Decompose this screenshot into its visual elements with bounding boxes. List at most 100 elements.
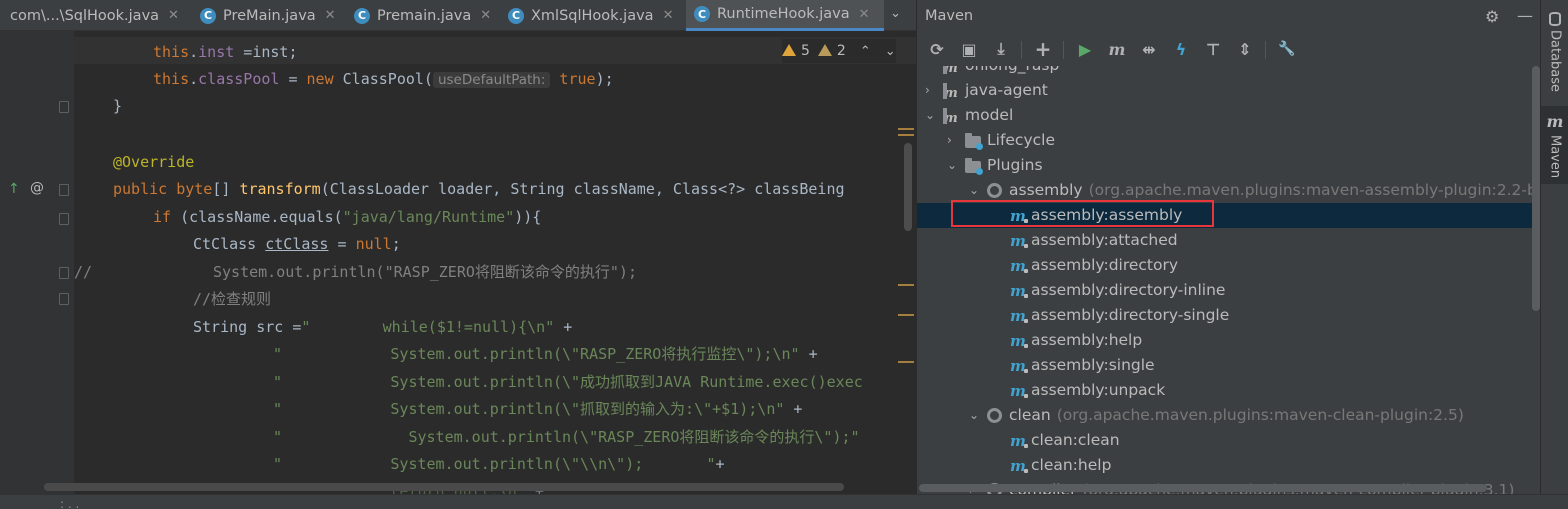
code-text: . bbox=[189, 70, 199, 88]
collapse-chevron-right-icon[interactable]: › bbox=[947, 128, 952, 153]
implements-arrow-icon[interactable]: ↑ bbox=[8, 181, 20, 197]
execute-goal-icon[interactable]: m bbox=[1107, 39, 1127, 59]
fold-marker-icon[interactable] bbox=[59, 213, 69, 225]
close-icon[interactable]: ✕ bbox=[168, 8, 179, 23]
maven-tool-button[interactable]: m Maven bbox=[1541, 106, 1568, 184]
maven-header: Maven bbox=[917, 0, 1541, 31]
expand-chevron-down-icon[interactable]: ⌄ bbox=[925, 103, 935, 128]
code-line: String src =" while($1!=null){\n" + bbox=[193, 314, 572, 341]
close-icon[interactable]: ✕ bbox=[859, 7, 870, 22]
tree-node-name: Lifecycle bbox=[987, 131, 1055, 149]
maven-horizontal-scrollbar[interactable] bbox=[919, 484, 1487, 492]
error-stripe-mark[interactable] bbox=[898, 134, 914, 136]
field-name: classPool bbox=[198, 70, 280, 88]
tab-sqlhook[interactable]: com\...\SqlHook.java ✕ bbox=[0, 0, 190, 31]
editor-vertical-scrollbar[interactable] bbox=[904, 143, 912, 231]
tree-node[interactable]: ⌄ Plugins bbox=[917, 153, 1541, 178]
tab-xmlsqlhook[interactable]: C XmlSqlHook.java ✕ bbox=[500, 0, 684, 31]
expand-chevron-down-icon[interactable]: ⌄ bbox=[947, 153, 957, 178]
tree-node[interactable]: ⌄ model bbox=[917, 103, 1541, 131]
previous-highlight-chevron-up-icon[interactable]: ⌃ bbox=[860, 44, 871, 59]
tree-node-name: assembly:directory-inline bbox=[1031, 281, 1226, 299]
reload-icon[interactable]: ⟳ bbox=[927, 39, 947, 59]
tree-node[interactable]: m clean:clean bbox=[917, 428, 1541, 453]
tree-node[interactable]: › Lifecycle bbox=[917, 128, 1541, 153]
fold-marker-icon[interactable] bbox=[59, 267, 69, 279]
tab-overflow-chevron-icon[interactable]: ⌄ bbox=[890, 6, 901, 21]
tree-node[interactable]: › java-agent bbox=[917, 78, 1541, 106]
skip-tests-icon[interactable]: ϟ bbox=[1171, 39, 1191, 59]
code-line: this.inst =inst; bbox=[153, 39, 298, 66]
tree-node[interactable]: m assembly:help bbox=[917, 328, 1541, 353]
maven-goal-icon: m bbox=[1010, 432, 1028, 450]
tab-runtimehook[interactable]: C RuntimeHook.java ✕ bbox=[686, 0, 884, 31]
maven-vertical-scrollbar[interactable] bbox=[1532, 66, 1540, 311]
collapse-chevron-right-icon[interactable]: › bbox=[925, 78, 930, 103]
close-icon[interactable]: ✕ bbox=[325, 8, 336, 23]
tree-node-label: assembly:unpack bbox=[1031, 378, 1165, 403]
collapse-all-icon[interactable]: ⇕ bbox=[1235, 39, 1255, 59]
code-text: = bbox=[328, 235, 356, 253]
download-icon[interactable]: ⤓ bbox=[991, 39, 1011, 59]
code-text: + bbox=[715, 455, 725, 473]
maven-toolbar: ⟳ ▣ ⤓ + ▶ m ⇹ ϟ ⊤ ⇕ 🔧 bbox=[917, 35, 1541, 65]
code-line-annotation: @Override bbox=[113, 153, 195, 171]
inspection-widget[interactable]: 5 2 ⌃ ⌄ bbox=[782, 39, 896, 63]
tab-premain-lower[interactable]: C Premain.java ✕ bbox=[346, 0, 498, 31]
tab-label: RuntimeHook.java bbox=[717, 6, 850, 22]
maven-goal-icon: m bbox=[1010, 257, 1028, 275]
gear-icon[interactable]: ⚙ bbox=[1485, 7, 1499, 26]
settings-wrench-icon[interactable]: 🔧 bbox=[1277, 39, 1297, 59]
tab-label: com\...\SqlHook.java bbox=[10, 7, 160, 24]
tree-node[interactable]: ⌄ clean (org.apache.maven.plugins:maven-cl… bbox=[917, 403, 1541, 428]
expand-chevron-down-icon[interactable]: ⌄ bbox=[969, 403, 979, 428]
error-stripe-mark[interactable] bbox=[898, 314, 914, 316]
tab-label: XmlSqlHook.java bbox=[531, 7, 654, 24]
code-line-comment: System.out.println("RASP_ZERO将阻断该命令的执行")… bbox=[213, 263, 637, 281]
tree-node[interactable]: m assembly:unpack bbox=[917, 378, 1541, 403]
add-folder-icon[interactable]: ▣ bbox=[959, 39, 979, 59]
tree-node[interactable]: m assembly:directory bbox=[917, 253, 1541, 278]
annotation-at-icon[interactable]: @ bbox=[30, 180, 44, 196]
add-icon[interactable]: + bbox=[1033, 37, 1053, 61]
tree-node[interactable]: onlong_rasp bbox=[917, 66, 1541, 81]
show-dependencies-icon[interactable]: ⊤ bbox=[1203, 39, 1223, 59]
error-stripe-mark[interactable] bbox=[898, 128, 914, 130]
editor-horizontal-scrollbar[interactable] bbox=[44, 483, 844, 491]
tree-node[interactable]: m assembly:attached bbox=[917, 228, 1541, 253]
keyword: if bbox=[153, 208, 172, 226]
code-line: " System.out.println(\"\\n\"); "+ bbox=[273, 451, 725, 478]
minimize-icon[interactable]: — bbox=[1517, 6, 1533, 25]
code-text: ); bbox=[595, 70, 614, 88]
keyword: public bbox=[113, 180, 168, 198]
tree-node[interactable]: m assembly:directory-single bbox=[917, 303, 1541, 328]
run-icon[interactable]: ▶ bbox=[1075, 39, 1095, 59]
tab-premain-upper[interactable]: C PreMain.java ✕ bbox=[192, 0, 344, 31]
warnings-count[interactable]: 5 bbox=[782, 43, 810, 59]
close-icon[interactable]: ✕ bbox=[663, 8, 674, 23]
toggle-offline-icon[interactable]: ⇹ bbox=[1139, 39, 1159, 59]
code-text: + bbox=[799, 345, 818, 363]
class-icon: C bbox=[354, 7, 370, 24]
tab-label: Premain.java bbox=[377, 7, 472, 24]
tree-node-name: model bbox=[965, 106, 1014, 124]
tree-node[interactable]: m assembly:single bbox=[917, 353, 1541, 378]
tree-node[interactable]: m clean:help bbox=[917, 453, 1541, 478]
string-literal: " System.out.println(\"成功抓取到JAVA Runtime… bbox=[273, 373, 863, 391]
maven-module-icon bbox=[943, 81, 959, 106]
keyword: new bbox=[306, 70, 334, 88]
error-stripe-mark[interactable] bbox=[898, 361, 914, 363]
fold-marker-icon[interactable] bbox=[59, 293, 69, 305]
close-icon[interactable]: ✕ bbox=[480, 8, 491, 23]
code-editor[interactable]: ↑ @ this.inst =inst; this.classPool = ne… bbox=[0, 31, 916, 494]
tree-node-detail: (org.apache.maven.plugins:maven-assembly… bbox=[1088, 181, 1541, 199]
next-highlight-chevron-down-icon[interactable]: ⌄ bbox=[885, 44, 896, 59]
fold-marker-icon[interactable] bbox=[59, 101, 69, 113]
database-tool-button[interactable]: Database bbox=[1541, 4, 1568, 92]
variable-name: ctClass bbox=[265, 235, 329, 253]
weak-warnings-count[interactable]: 2 bbox=[817, 43, 846, 59]
tree-node[interactable]: m assembly:directory-inline bbox=[917, 278, 1541, 303]
fold-marker-icon[interactable] bbox=[59, 184, 69, 196]
string-literal: " System.out.println(\"\\n\"); " bbox=[273, 455, 716, 473]
error-stripe-mark[interactable] bbox=[898, 284, 914, 286]
